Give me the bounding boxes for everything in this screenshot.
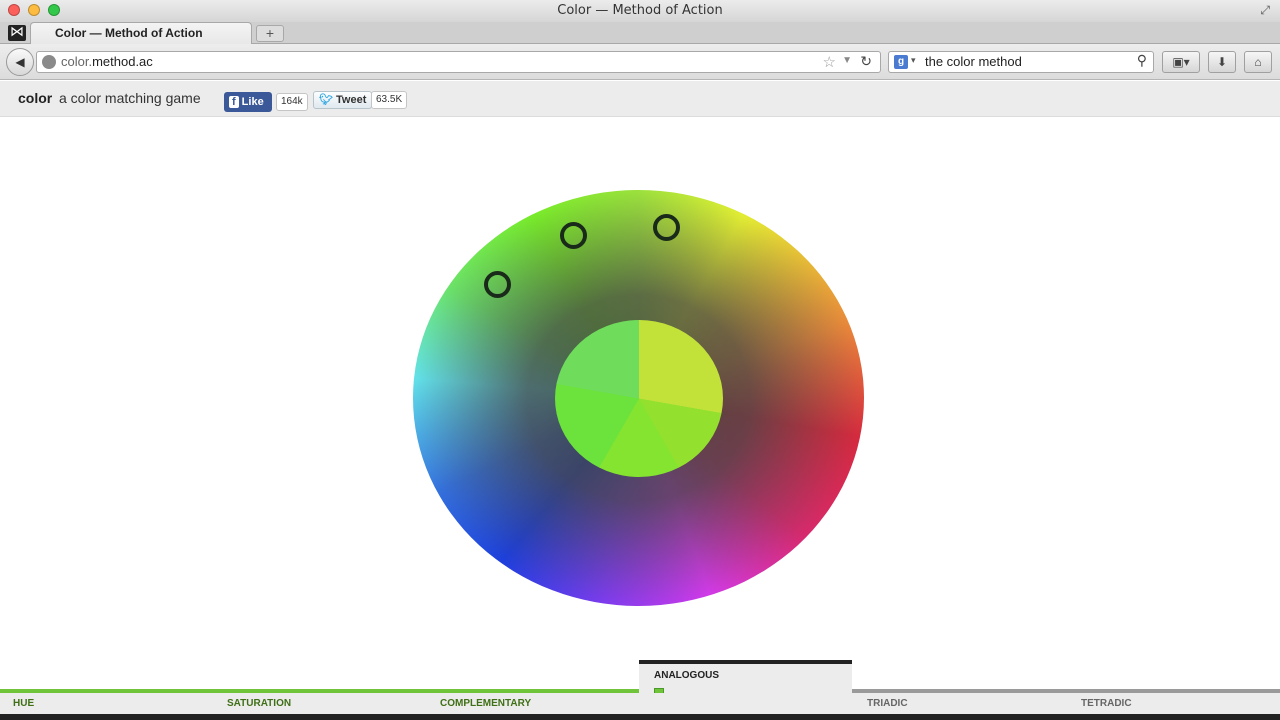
back-button[interactable]: ◀ <box>6 48 34 76</box>
tab-bar: Color — Method of Action + <box>0 22 1280 44</box>
site-favicon-icon <box>8 23 26 41</box>
facebook-like-count: 164k <box>276 93 308 111</box>
url-text[interactable]: color.method.ac <box>61 54 153 69</box>
globe-icon <box>42 55 56 69</box>
search-bar[interactable]: g ▾ the color method ⚲ <box>888 51 1154 73</box>
page-header: color a color matching game <box>0 81 1280 117</box>
address-bar[interactable]: color.method.ac ☆ ▼ ↻ <box>36 51 881 73</box>
step-navigation: HUE SATURATION COMPLEMENTARY TRIADIC TET… <box>0 693 1280 714</box>
zoom-window-button[interactable] <box>48 4 60 16</box>
window-title: Color — Method of Action <box>557 3 723 18</box>
step-complementary[interactable]: COMPLEMENTARY <box>440 698 531 709</box>
tweet-count: 63.5K <box>371 91 408 109</box>
step-hue[interactable]: HUE <box>13 698 34 709</box>
site-tagline: a color matching game <box>59 90 201 106</box>
navigation-toolbar: ◀ color.method.ac ☆ ▼ ↻ g ▾ the color me… <box>0 44 1280 80</box>
step-triadic[interactable]: TRIADIC <box>867 698 908 709</box>
window-titlebar: Color — Method of Action ⤢ <box>0 0 1280 22</box>
url-history-dropdown-icon[interactable]: ▼ <box>842 55 852 66</box>
site-brand[interactable]: color <box>18 90 52 106</box>
google-search-engine-icon[interactable]: g <box>894 55 908 69</box>
tab-color-method[interactable]: Color — Method of Action <box>30 22 252 44</box>
color-picker-handle[interactable] <box>484 271 511 298</box>
bookmarks-menu-button[interactable]: ▣▾ <box>1162 51 1200 73</box>
facebook-like-label: Like <box>241 96 264 108</box>
search-icon[interactable]: ⚲ <box>1137 52 1147 69</box>
tweet-button[interactable]: 🐦︎ Tweet <box>313 91 373 109</box>
reload-icon[interactable]: ↻ <box>860 53 872 70</box>
new-tab-button[interactable]: + <box>256 25 284 42</box>
downloads-button[interactable]: ⬇ <box>1208 51 1236 73</box>
url-subdomain: color. <box>61 54 93 69</box>
tweet-label: Tweet <box>336 94 367 106</box>
close-window-button[interactable] <box>8 4 20 16</box>
home-button[interactable]: ⌂ <box>1244 51 1272 73</box>
color-picker-handle[interactable] <box>560 222 587 249</box>
step-tetradic[interactable]: TETRADIC <box>1081 698 1132 709</box>
facebook-like-button[interactable]: f Like <box>224 92 272 112</box>
active-step-label: ANALOGOUS <box>654 670 719 681</box>
bottom-edge <box>0 714 1280 720</box>
search-engine-dropdown-icon[interactable]: ▾ <box>911 55 916 66</box>
twitter-bird-icon: 🐦︎ <box>319 94 333 106</box>
minimize-window-button[interactable] <box>28 4 40 16</box>
facebook-icon: f <box>229 96 239 108</box>
target-color-swatch <box>555 320 723 477</box>
tab-title: Color — Method of Action <box>55 26 203 40</box>
color-picker-handle[interactable] <box>653 214 680 241</box>
bookmark-star-icon[interactable]: ☆ <box>823 53 836 71</box>
step-saturation[interactable]: SATURATION <box>227 698 291 709</box>
url-domain: method.ac <box>92 54 153 69</box>
active-step-panel: ANALOGOUS <box>639 664 852 698</box>
search-input[interactable]: the color method <box>925 54 1022 69</box>
fullscreen-icon[interactable]: ⤢ <box>1260 3 1270 18</box>
